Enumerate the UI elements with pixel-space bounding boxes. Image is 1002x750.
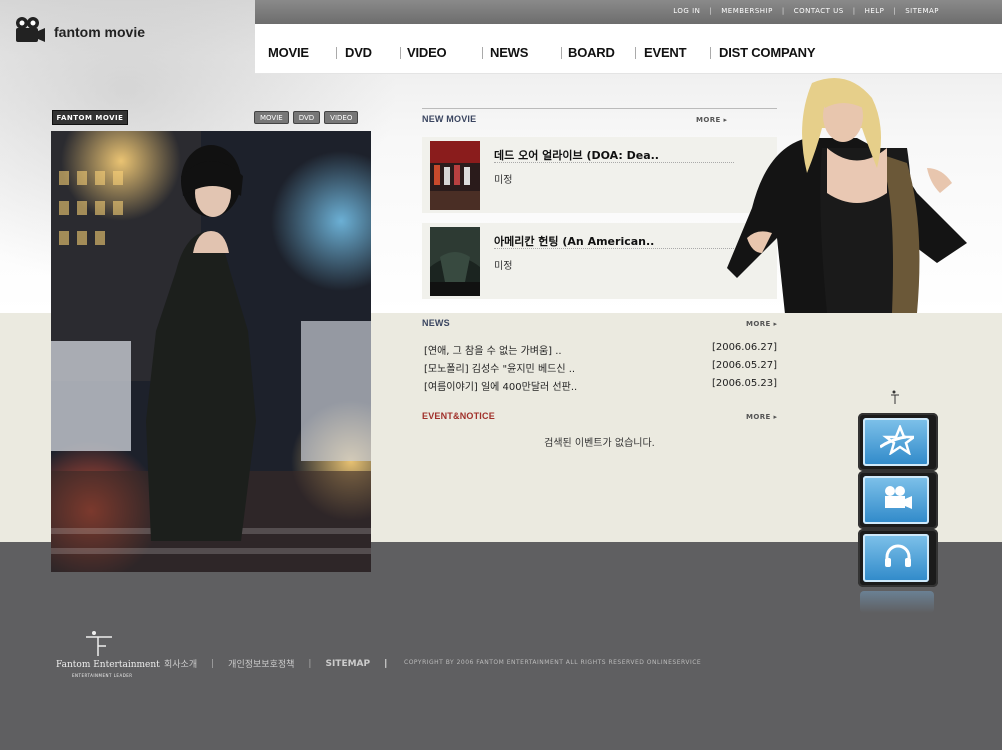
tab-dvd[interactable]: DVD [292, 111, 321, 124]
footer-company-name: Fantom Entertainment [56, 660, 160, 670]
footer-link-sitemap[interactable]: SITEMAP [325, 659, 370, 669]
movie-poster[interactable] [430, 141, 480, 210]
nav-movie[interactable]: MOVIE [268, 45, 336, 60]
divider [494, 162, 734, 163]
list-item[interactable]: [연애, 그 참을 수 없는 가벼움] .. [2006.06.27] [424, 342, 777, 360]
separator [482, 46, 483, 59]
news-more-link[interactable]: MORE ▸ [746, 320, 777, 328]
movie-camera-icon [885, 486, 912, 509]
sitemap-link[interactable]: SITEMAP [896, 7, 948, 15]
promo-figure-image [727, 78, 975, 333]
nav-video[interactable]: VIDEO [407, 45, 482, 60]
movie-title[interactable]: 아메리칸 헌팅 (An American.. [494, 233, 654, 249]
separator [710, 46, 711, 59]
nav-dist-company[interactable]: DIST COMPANY [719, 45, 816, 60]
news-list: [연애, 그 참을 수 없는 가벼움] .. [2006.06.27] [모노폴… [424, 342, 777, 396]
movie-poster[interactable] [430, 227, 480, 296]
movie-card[interactable]: 아메리칸 헌팅 (An American.. 미정 [422, 223, 777, 299]
more-label: MORE [746, 320, 771, 328]
footer-links: 회사소개 | 개인정보보호정책 | SITEMAP | [164, 657, 401, 671]
event-more-link[interactable]: MORE ▸ [746, 413, 777, 421]
dancer-logo-icon [891, 390, 899, 404]
help-link[interactable]: HELP [856, 7, 894, 15]
footer-link-about[interactable]: 회사소개 [164, 657, 197, 670]
divider [494, 248, 734, 249]
footer-tagline: ENTERTAINMENT LEADER [72, 673, 133, 678]
main-nav: MOVIE DVD VIDEO NEWS BOARD EVENT DIST CO… [268, 45, 816, 60]
movie-camera-button[interactable] [858, 471, 938, 529]
news-headline[interactable]: [여름이야기] 일에 400만달러 선판.. [424, 378, 577, 396]
film-camera-icon [14, 16, 46, 44]
separator: | [384, 658, 388, 669]
list-item[interactable]: [여름이야기] 일에 400만달러 선판.. [2006.05.23] [424, 378, 777, 396]
separator [561, 46, 562, 59]
brand-logo[interactable]: fantom movie [14, 16, 145, 44]
nav-dvd[interactable]: DVD [345, 45, 400, 60]
news-date: [2006.05.27] [711, 360, 777, 371]
separator: | [308, 658, 312, 669]
company-mark-icon [86, 631, 112, 656]
contact-us-link[interactable]: CONTACT US [785, 7, 853, 15]
tab-movie[interactable]: MOVIE [254, 111, 289, 124]
list-item[interactable]: [모노폴리] 김성수 "윤지민 베드신 .. [2006.05.27] [424, 360, 777, 378]
tab-video[interactable]: VIDEO [324, 111, 359, 124]
star-icon [880, 425, 914, 455]
event-empty-message: 검색된 이벤트가 없습니다. [544, 438, 655, 449]
headphones-button[interactable] [858, 529, 938, 587]
utility-links: LOG IN | MEMBERSHIP | CONTACT US | HELP | SI… [664, 7, 948, 15]
divider [422, 108, 777, 109]
feature-image[interactable] [51, 131, 371, 572]
more-label: MORE [696, 116, 721, 124]
membership-link[interactable]: MEMBERSHIP [712, 7, 782, 15]
movie-status: 미정 [494, 175, 513, 186]
news-headline[interactable]: [연애, 그 참을 수 없는 가벼움] .. [424, 342, 562, 360]
nav-board[interactable]: BOARD [568, 45, 635, 60]
movie-status: 미정 [494, 261, 513, 272]
utility-bar: LOG IN | MEMBERSHIP | CONTACT US | HELP | SI… [255, 0, 1002, 24]
separator: | [211, 658, 215, 669]
side-quick-menu [856, 385, 940, 615]
feature-tabs: MOVIE DVD VIDEO [254, 111, 359, 124]
new-movie-more-link[interactable]: MORE ▸ [696, 116, 727, 124]
star-button[interactable] [858, 413, 938, 471]
footer-link-privacy[interactable]: 개인정보보호정책 [228, 657, 294, 670]
separator [400, 46, 401, 59]
footer-company-logo: Fantom Entertainment ENTERTAINMENT LEADE… [56, 630, 160, 680]
login-link[interactable]: LOG IN [664, 7, 709, 15]
headphones-icon [885, 544, 911, 567]
footer-band [0, 542, 1002, 750]
reflection [860, 591, 934, 613]
new-movie-title: NEW MOVIE [422, 114, 477, 124]
movie-title[interactable]: 데드 오어 얼라이브 (DOA: Dea.. [494, 147, 659, 163]
movie-card[interactable]: 데드 오어 얼라이브 (DOA: Dea.. 미정 [422, 137, 777, 213]
copyright-text: COPYRIGHT BY 2006 FANTOM ENTERTAINMENT A… [404, 659, 702, 666]
event-notice-title: EVENT&NOTICE [422, 411, 495, 421]
nav-event[interactable]: EVENT [644, 45, 710, 60]
separator [635, 46, 636, 59]
news-title: NEWS [422, 318, 450, 328]
feature-label: FANTOM MOVIE [52, 110, 128, 125]
more-label: MORE [746, 413, 771, 421]
brand-name: fantom movie [54, 24, 146, 40]
nav-news[interactable]: NEWS [490, 45, 561, 60]
news-date: [2006.05.23] [711, 378, 777, 389]
news-headline[interactable]: [모노폴리] 김성수 "윤지민 베드신 .. [424, 360, 575, 378]
separator [336, 46, 337, 59]
news-date: [2006.06.27] [711, 342, 777, 353]
